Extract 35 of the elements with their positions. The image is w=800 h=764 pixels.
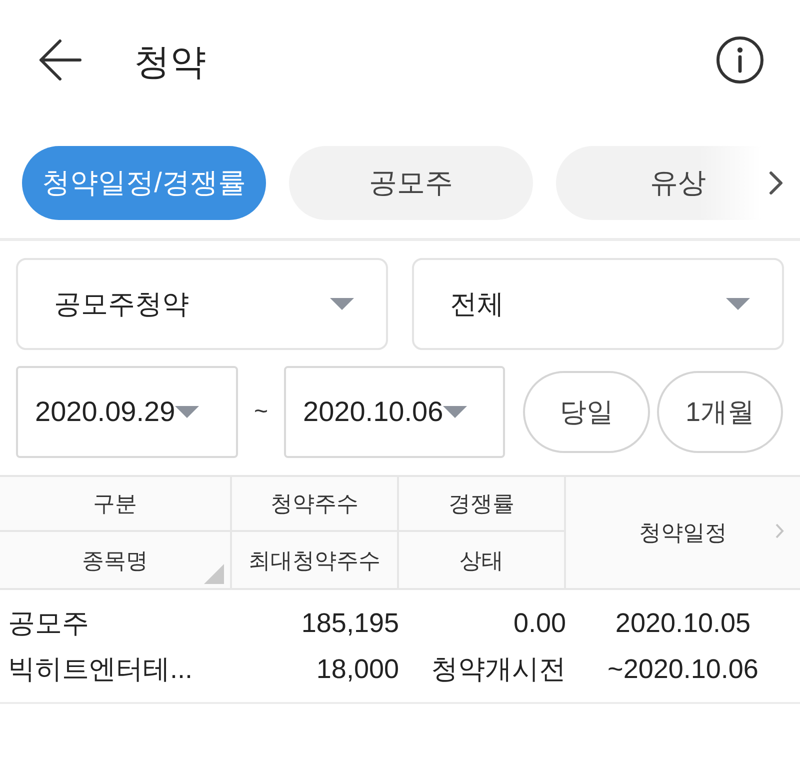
tab[interactable]: 공모주 <box>289 146 533 220</box>
period-button[interactable]: 당일 <box>523 371 650 453</box>
range-separator: ~ <box>252 397 269 427</box>
column-header: 상태 <box>399 532 566 588</box>
dropdown[interactable]: 전체 <box>412 258 784 350</box>
table-cell: 185,195 <box>301 608 399 638</box>
info-icon <box>716 36 764 84</box>
table-cell: ~2020.10.06 <box>608 654 758 684</box>
column-header: 경쟁률 <box>399 477 566 532</box>
chevron-right-icon <box>775 523 784 539</box>
dropdown-caret-icon <box>330 298 354 310</box>
scroll-right-button[interactable] <box>768 170 784 196</box>
info-button[interactable] <box>716 36 764 84</box>
table-cell: 공모주 <box>8 608 89 638</box>
column-header[interactable]: 청약일정 <box>566 477 800 588</box>
column-header: 청약주수 <box>232 477 399 532</box>
start-date-field[interactable]: 2020.09.29 <box>16 366 238 458</box>
dropdown-caret-icon <box>175 406 200 418</box>
table-cell: 빅히트엔터테... <box>8 654 193 684</box>
dropdown-caret-icon <box>443 406 468 418</box>
table-cell: 18,000 <box>316 654 399 684</box>
dropdown-caret-icon <box>726 298 750 310</box>
sort-corner-icon <box>204 564 224 584</box>
dropdown[interactable]: 공모주청약 <box>16 258 388 350</box>
end-date-field[interactable]: 2020.10.06 <box>284 366 505 458</box>
column-header: 최대청약주수 <box>232 532 399 588</box>
column-header: 종목명 <box>0 532 232 588</box>
table-cell: 2020.10.05 <box>615 608 751 638</box>
back-arrow-icon <box>38 38 82 82</box>
table-cell: 0.00 <box>513 608 566 638</box>
screen-title: 청약 <box>134 44 206 80</box>
chevron-right-icon <box>769 171 783 195</box>
period-button[interactable]: 1개월 <box>657 371 783 453</box>
column-header: 구분 <box>0 477 232 532</box>
table-cell: 청약개시전 <box>431 654 566 684</box>
